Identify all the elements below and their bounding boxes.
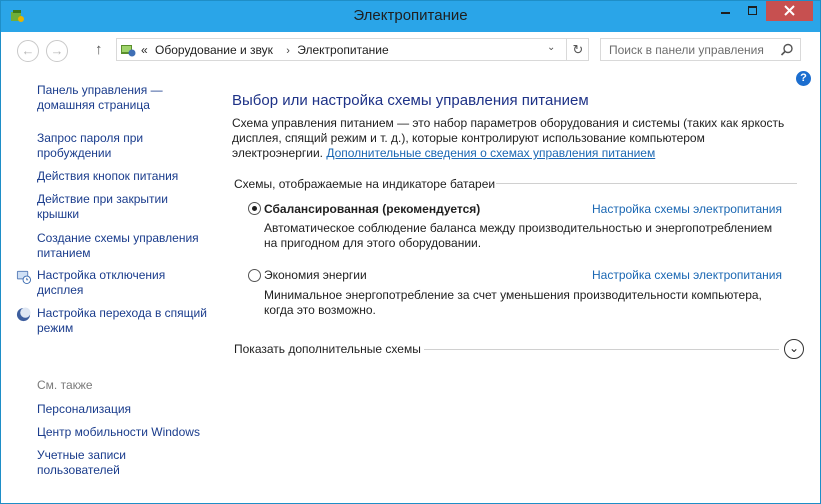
close-icon	[784, 5, 795, 16]
balanced-plan-description: Автоматическое соблюдение баланса между …	[264, 221, 773, 250]
divider	[424, 349, 779, 350]
battery-plans-group-header: Схемы, отображаемые на индикаторе батаре…	[234, 177, 496, 191]
balanced-plan-name[interactable]: Сбалансированная (рекомендуется)	[264, 202, 480, 216]
nav-mobility-center[interactable]: Центр мобильности Windows	[37, 425, 207, 440]
page-title: Выбор или настройка схемы управления пит…	[232, 92, 589, 109]
show-more-plans-label[interactable]: Показать дополнительные схемы	[234, 342, 421, 356]
display-clock-icon	[16, 270, 31, 284]
search-input[interactable]	[609, 42, 774, 58]
see-also-heading: См. также	[37, 378, 93, 392]
arrow-left-icon: ←	[21, 43, 35, 58]
chevron-down-icon: ⌄	[788, 341, 800, 355]
forward-button[interactable]: →	[46, 40, 68, 62]
maximize-icon	[748, 6, 757, 15]
chevron-right-icon[interactable]: ›	[286, 45, 290, 57]
expand-more-button[interactable]: ⌄	[784, 339, 804, 359]
nav-lid-close[interactable]: Действие при закрытии крышки	[37, 192, 207, 222]
power-saver-plan-description: Минимальное энергопотребление за счет ум…	[264, 288, 762, 317]
close-button[interactable]	[766, 1, 813, 21]
nav-control-panel-home[interactable]: Панель управления — домашняя страница	[37, 83, 207, 113]
arrow-up-icon: ↑	[95, 41, 103, 58]
balanced-plan-settings-link[interactable]: Настройка схемы электропитания	[592, 202, 782, 216]
title-bar[interactable]: Электропитание	[1, 1, 820, 32]
power-options-window: Электропитание ← → ↑ « Оборудование и зв…	[0, 0, 821, 504]
back-button[interactable]: ←	[17, 40, 39, 62]
arrow-right-icon: →	[50, 43, 64, 58]
nav-wake-password[interactable]: Запрос пароля при пробуждении	[37, 131, 207, 161]
intro-text: Схема управления питанием — это набор па…	[232, 116, 792, 161]
window-title: Электропитание	[353, 7, 468, 24]
minimize-icon	[721, 12, 730, 14]
nav-personalization[interactable]: Персонализация	[37, 402, 207, 417]
nav-display-off[interactable]: Настройка отключения дисплея	[37, 268, 207, 298]
breadcrumb-power-options[interactable]: Электропитание	[297, 43, 388, 57]
moon-icon	[16, 307, 31, 322]
address-bar[interactable]: « Оборудование и звук › Электропитание ⌄…	[116, 38, 589, 61]
minimize-button[interactable]	[712, 1, 739, 21]
power-saver-plan-radio[interactable]	[248, 269, 261, 282]
help-icon[interactable]: ?	[796, 71, 811, 86]
address-dropdown-icon[interactable]: ⌄	[547, 42, 555, 53]
control-panel-icon	[121, 45, 136, 57]
refresh-button[interactable]: ↻	[566, 39, 589, 60]
refresh-icon: ↻	[572, 42, 584, 57]
breadcrumb-hardware-and-sound[interactable]: Оборудование и звук	[155, 43, 273, 57]
nav-create-plan[interactable]: Создание схемы управления питанием	[37, 231, 207, 261]
power-saver-plan-settings-link[interactable]: Настройка схемы электропитания	[592, 268, 782, 282]
power-saver-plan-name[interactable]: Экономия энергии	[264, 268, 367, 282]
up-button[interactable]: ↑	[95, 41, 103, 58]
divider	[496, 183, 797, 184]
maximize-button[interactable]	[739, 1, 766, 21]
address-row: ← → ↑ « Оборудование и звук › Электропит…	[1, 32, 820, 70]
nav-power-buttons[interactable]: Действия кнопок питания	[37, 169, 207, 184]
search-icon[interactable]	[779, 42, 795, 58]
breadcrumb: « Оборудование и звук › Электропитание	[141, 43, 393, 57]
balanced-plan-radio[interactable]	[248, 202, 261, 215]
nav-user-accounts[interactable]: Учетные записи пользователей	[37, 448, 147, 478]
nav-sleep[interactable]: Настройка перехода в спящий режим	[37, 306, 207, 336]
more-info-link[interactable]: Дополнительные сведения о схемах управле…	[326, 146, 655, 160]
search-box[interactable]	[600, 38, 801, 61]
breadcrumb-overflow[interactable]: «	[141, 43, 148, 57]
